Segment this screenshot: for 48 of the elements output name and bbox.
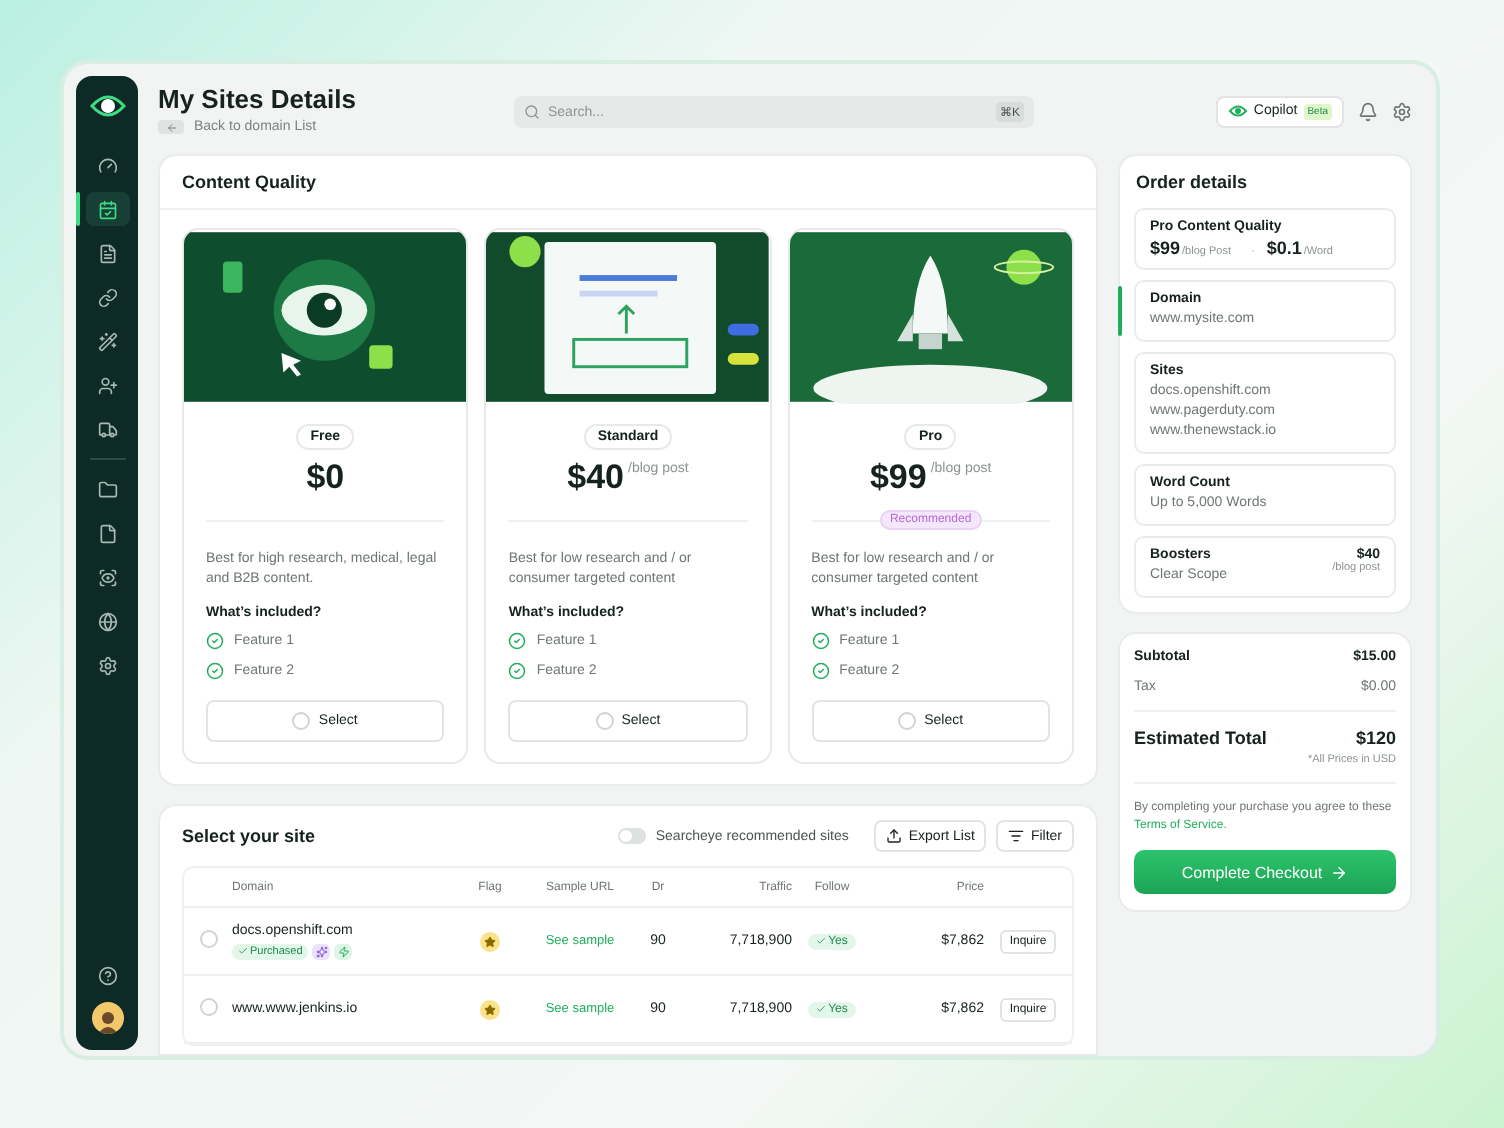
truck-icon (97, 419, 117, 439)
panel-title: Select your site (182, 826, 316, 846)
upload-icon (886, 828, 903, 844)
row-radio[interactable] (199, 930, 217, 948)
check-circle-icon (811, 662, 830, 680)
arrow-right-icon (1330, 863, 1349, 881)
filter-icon (1008, 828, 1025, 844)
check-icon (238, 946, 248, 956)
notification-bell-icon[interactable] (1358, 101, 1378, 121)
check-circle-icon (508, 662, 527, 680)
total-value: $120 (1355, 728, 1396, 748)
order-rate: $0.1 (1266, 238, 1302, 258)
document-icon (97, 243, 117, 263)
search-icon (524, 104, 540, 120)
check-circle-icon (206, 662, 224, 680)
panel-title: Content Quality (160, 156, 1096, 210)
page-title: My Sites Details (158, 84, 358, 114)
order-price: $99 (1150, 238, 1181, 258)
settings-icon[interactable] (1392, 101, 1412, 121)
wand-icon (97, 331, 117, 351)
toggle-switch[interactable] (617, 828, 646, 844)
check-circle-icon (508, 632, 527, 650)
avatar[interactable] (91, 1002, 123, 1034)
sparkle-icon (312, 943, 331, 959)
bolt-icon (334, 943, 353, 959)
file-icon (97, 523, 117, 543)
plan-price: $99 (869, 458, 927, 498)
check-circle-icon (811, 632, 830, 650)
globe-icon (97, 611, 117, 631)
check-circle-icon (206, 632, 224, 650)
user-plus-icon (97, 375, 117, 395)
check-icon (816, 936, 827, 946)
eye-icon (1227, 104, 1248, 118)
total-label: Estimated Total (1134, 728, 1267, 748)
calendar-check-icon (97, 199, 117, 219)
check-icon (816, 1004, 827, 1014)
active-indicator (75, 192, 79, 226)
folder-icon (97, 479, 117, 499)
settings-icon (97, 655, 117, 675)
dashboard-icon (97, 155, 117, 175)
link-icon (97, 287, 117, 307)
plan-price: $40 (567, 458, 624, 498)
eye-logo-icon (89, 92, 125, 120)
row-radio[interactable] (199, 998, 217, 1016)
scan-icon (97, 567, 117, 587)
help-icon[interactable] (97, 966, 117, 986)
plan-price: $0 (306, 458, 345, 498)
panel-title: Order details (1134, 170, 1250, 196)
